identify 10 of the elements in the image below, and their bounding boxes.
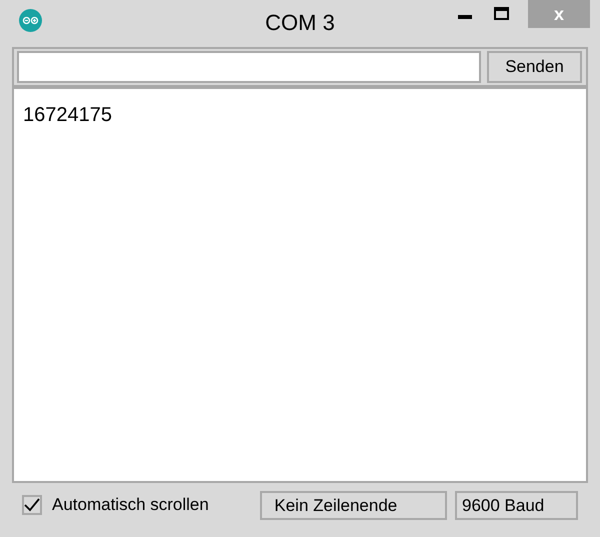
send-button[interactable]: Senden xyxy=(487,51,582,83)
app-logo-icon xyxy=(19,9,42,32)
baud-rate-dropdown[interactable]: 9600 Baud xyxy=(455,490,578,520)
maximize-icon[interactable] xyxy=(494,7,509,20)
line-ending-dropdown[interactable]: Kein Zeilenende xyxy=(260,490,447,520)
output-line: 16724175 xyxy=(23,103,112,127)
checkbox[interactable] xyxy=(22,495,42,515)
input-field[interactable] xyxy=(17,51,481,83)
checkbox-label: Automatisch scrollen xyxy=(52,494,210,516)
window-title: COM 3 xyxy=(265,10,335,36)
